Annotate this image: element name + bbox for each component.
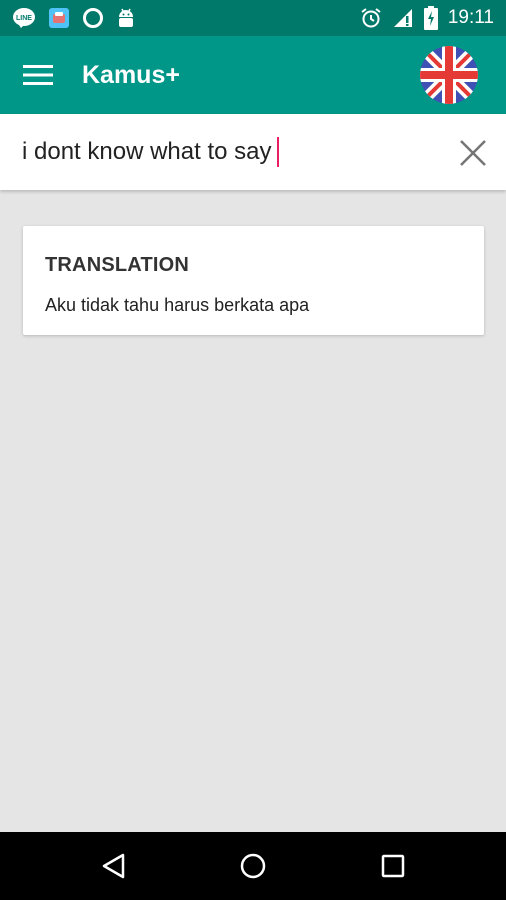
- text-caret: [277, 137, 280, 167]
- hamburger-menu-icon: [23, 65, 53, 85]
- back-icon: [102, 853, 125, 879]
- uk-flag-icon: [420, 46, 478, 104]
- home-icon: [240, 853, 266, 879]
- navigation-bar: [0, 832, 506, 900]
- close-icon: [460, 140, 486, 166]
- clear-search-button[interactable]: [458, 138, 488, 168]
- back-button[interactable]: [97, 850, 129, 882]
- signal-icon: [392, 7, 414, 29]
- recent-apps-button[interactable]: [377, 850, 409, 882]
- translation-text: Aku tidak tahu harus berkata apa: [45, 295, 310, 315]
- line-icon: LINE: [12, 7, 36, 29]
- home-button[interactable]: [237, 850, 269, 882]
- status-notification-icons: LINE: [12, 7, 148, 29]
- alarm-icon: [360, 7, 382, 29]
- app-title: Kamus+: [82, 60, 180, 89]
- status-time: 19:11: [447, 7, 494, 28]
- recent-apps-icon: [381, 854, 405, 878]
- app-icon: [48, 7, 70, 29]
- status-bar: LINE 19:11: [0, 0, 506, 36]
- language-switch-button[interactable]: [420, 46, 478, 104]
- svg-text:LINE: LINE: [16, 15, 32, 22]
- search-bar: i dont know what to say: [0, 114, 506, 190]
- app-bar: Kamus+: [0, 36, 506, 114]
- battery-icon: [423, 6, 438, 30]
- menu-button[interactable]: [0, 36, 78, 114]
- android-icon: [116, 7, 136, 29]
- translation-heading: TRANSLATION: [45, 254, 190, 276]
- search-input-value: i dont know what to say: [22, 138, 272, 165]
- search-input[interactable]: i dont know what to say: [22, 137, 422, 167]
- translation-card: TRANSLATION Aku tidak tahu harus berkata…: [23, 226, 484, 335]
- circle-icon: [82, 7, 104, 29]
- status-system-icons: 19:11: [350, 6, 494, 30]
